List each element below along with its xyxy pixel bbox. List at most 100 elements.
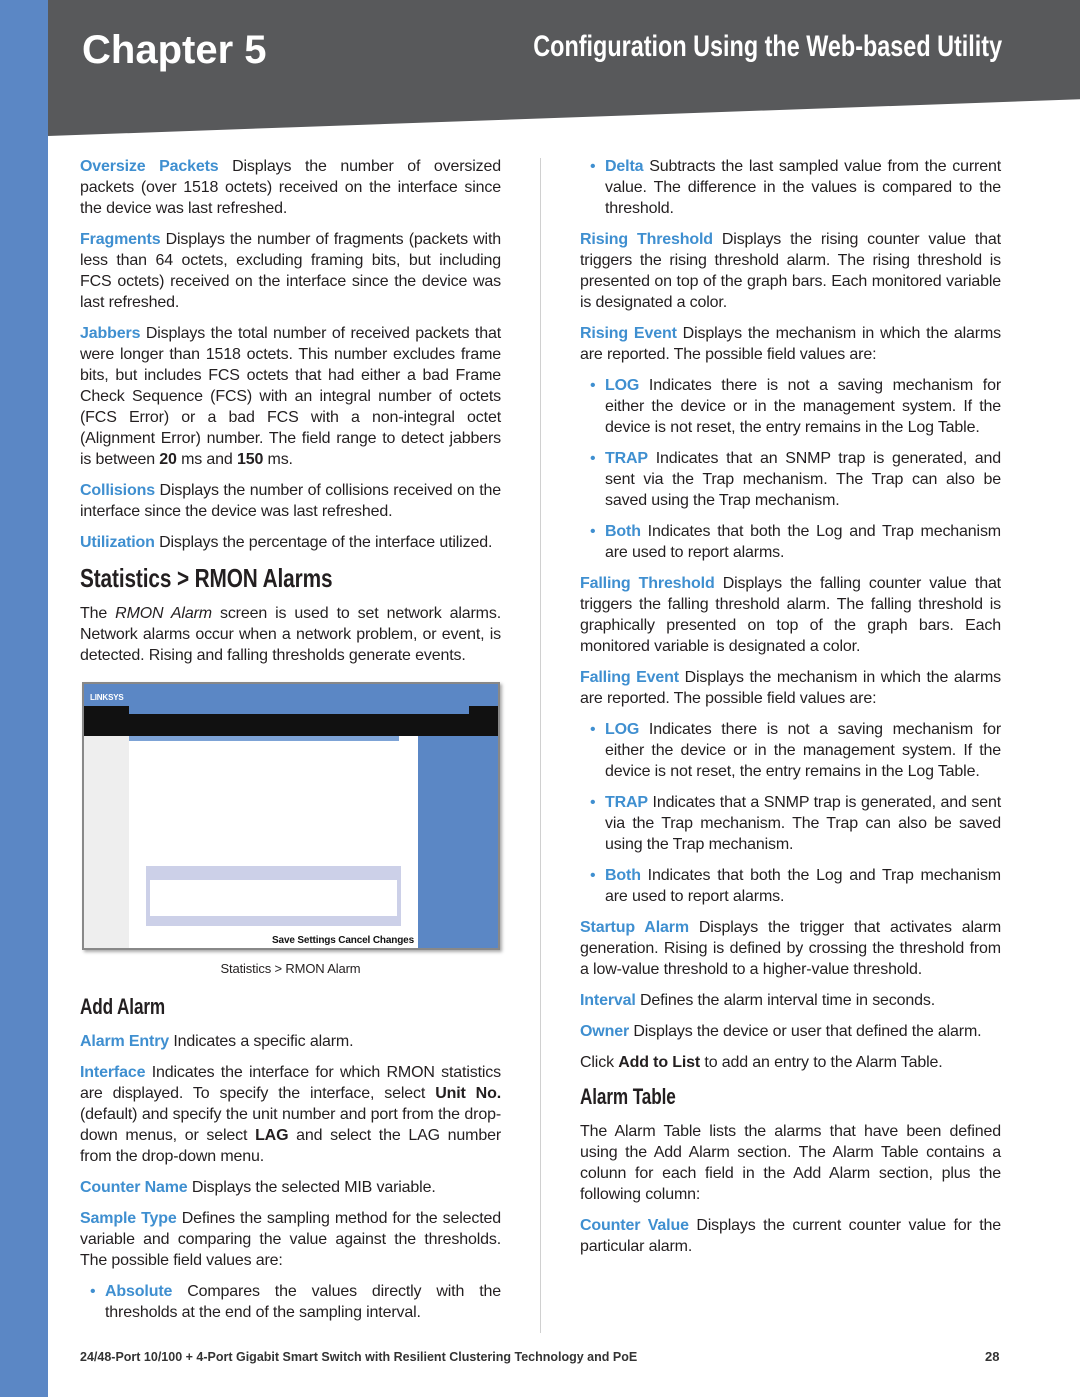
- term-label: Rising Event: [580, 325, 677, 342]
- text-run: 150: [236, 451, 264, 468]
- term-label: LOG: [605, 377, 640, 394]
- paragraph: Alarm Entry Indicates a specific alarm.: [80, 1031, 501, 1052]
- text-run: 20: [159, 451, 177, 468]
- paragraph: Click Add to List to add an entry to the…: [580, 1052, 1001, 1073]
- term-label: Counter Value: [580, 1217, 689, 1234]
- text-run: to add an entry to the Alarm Table.: [700, 1054, 943, 1071]
- term-label: TRAP: [605, 450, 648, 467]
- screenshot-help-panel: [418, 736, 498, 948]
- term-label: Sample Type: [80, 1210, 177, 1227]
- chapter-title: Configuration Using the Web-based Utilit…: [533, 30, 1002, 63]
- term-label: Startup Alarm: [580, 919, 689, 936]
- text-run: Alarm Table: [580, 1084, 676, 1109]
- paragraph: Rising Event Displays the mechanism in w…: [580, 323, 1001, 365]
- text-run: Indicates there is not a saving mechanis…: [605, 721, 1001, 780]
- rmon-alarm-screenshot: LINKSYS Save Settings Cancel Changes: [82, 682, 500, 950]
- screenshot-subtabs: [129, 736, 399, 741]
- paragraph: Startup Alarm Displays the trigger that …: [580, 917, 1001, 980]
- chapter-label: Chapter 5: [82, 28, 267, 72]
- term-label: Fragments: [80, 231, 161, 248]
- paragraph: Counter Value Displays the current count…: [580, 1215, 1001, 1257]
- text-run: Statistics > RMON Alarm: [220, 961, 361, 976]
- paragraph: Owner Displays the device or user that d…: [580, 1021, 1001, 1042]
- section-heading: Statistics > RMON Alarms: [80, 563, 417, 593]
- term-label: Interval: [580, 992, 636, 1009]
- text-run: Subtracts the last sampled value from th…: [605, 158, 1001, 217]
- text-run: Displays the total number of received pa…: [80, 325, 501, 468]
- term-label: Both: [605, 867, 641, 884]
- subsection-heading: Add Alarm: [80, 993, 408, 1021]
- paragraph: Interface Indicates the interface for wh…: [80, 1062, 501, 1167]
- paragraph: Counter Name Displays the selected MIB v…: [80, 1177, 501, 1198]
- term-label: Owner: [580, 1023, 630, 1040]
- right-column: Delta Subtracts the last sampled value f…: [580, 156, 1001, 1267]
- side-color-strip: [0, 0, 48, 1397]
- screenshot-header: LINKSYS: [84, 684, 498, 706]
- paragraph: Rising Threshold Displays the rising cou…: [580, 229, 1001, 313]
- term-label: Counter Name: [80, 1179, 188, 1196]
- paragraph: The RMON Alarm screen is used to set net…: [80, 603, 501, 666]
- screenshot-topbar: [129, 706, 469, 714]
- term-label: Rising Threshold: [580, 231, 713, 248]
- bullet-item: TRAP Indicates that an SNMP trap is gene…: [580, 448, 1001, 511]
- term-label: Oversize Packets: [80, 158, 219, 175]
- cancel-changes-button: Cancel Changes: [338, 935, 414, 946]
- text-run: ms and: [176, 451, 237, 468]
- bullet-item: Both Indicates that both the Log and Tra…: [580, 521, 1001, 563]
- bullet-item: LOG Indicates there is not a saving mech…: [580, 375, 1001, 438]
- screenshot-buttons: Save Settings Cancel Changes: [270, 935, 416, 947]
- text-run: The: [80, 605, 116, 622]
- column-divider: [540, 158, 541, 1333]
- bullet-item: Both Indicates that both the Log and Tra…: [580, 865, 1001, 907]
- figure-caption: Statistics > RMON Alarm: [80, 958, 501, 979]
- term-label: Jabbers: [80, 325, 141, 342]
- bullet-item: Absolute Compares the values directly wi…: [80, 1281, 501, 1323]
- term-label: Falling Event: [580, 669, 679, 686]
- paragraph: Jabbers Displays the total number of rec…: [80, 323, 501, 470]
- text-run: Add to List: [618, 1054, 701, 1071]
- paragraph: Collisions Displays the number of collis…: [80, 480, 501, 522]
- text-run: ms.: [263, 451, 293, 468]
- text-run: Indicates that both the Log and Trap mec…: [605, 867, 1001, 905]
- paragraph: Interval Defines the alarm interval time…: [580, 990, 1001, 1011]
- paragraph: Sample Type Defines the sampling method …: [80, 1208, 501, 1271]
- term-label: Alarm Entry: [80, 1033, 170, 1050]
- save-settings-button: Save Settings: [272, 935, 336, 946]
- bullet-item: TRAP Indicates that a SNMP trap is gener…: [580, 792, 1001, 855]
- term-label: Collisions: [80, 482, 155, 499]
- text-run: LAG: [255, 1127, 289, 1144]
- text-run: Displays the percentage of the interface…: [154, 534, 493, 551]
- text-run: Displays the selected MIB variable.: [187, 1179, 436, 1196]
- term-label: TRAP: [605, 794, 648, 811]
- term-label: Both: [605, 523, 641, 540]
- screenshot-sidebar: [84, 736, 129, 948]
- text-run: Indicates that both the Log and Trap mec…: [605, 523, 1001, 561]
- text-run: Statistics > RMON Alarms: [80, 563, 333, 593]
- footer-text: 24/48-Port 10/100 + 4-Port Gigabit Smart…: [80, 1350, 638, 1364]
- text-run: Displays the device or user that defined…: [629, 1023, 982, 1040]
- subsection-heading: Alarm Table: [580, 1083, 908, 1111]
- text-run: Click: [580, 1054, 619, 1071]
- term-label: LOG: [605, 721, 640, 738]
- text-run: Unit No.: [435, 1085, 501, 1102]
- term-label: Interface: [80, 1064, 146, 1081]
- text-run: RMON Alarm: [115, 605, 212, 622]
- paragraph: The Alarm Table lists the alarms that ha…: [580, 1121, 1001, 1205]
- term-label: Utilization: [80, 534, 155, 551]
- page-number: 28: [985, 1349, 1000, 1364]
- text-run: Indicates that an SNMP trap is generated…: [605, 450, 1001, 509]
- text-run: The Alarm Table lists the alarms that ha…: [580, 1123, 1001, 1203]
- bullet-item: Delta Subtracts the last sampled value f…: [580, 156, 1001, 219]
- text-run: Defines the alarm interval time in secon…: [635, 992, 936, 1009]
- text-run: Indicates that a SNMP trap is generated,…: [605, 794, 1001, 853]
- term-label: Delta: [605, 158, 644, 175]
- term-label: Absolute: [105, 1283, 173, 1300]
- paragraph: Fragments Displays the number of fragmen…: [80, 229, 501, 313]
- text-run: Add Alarm: [80, 994, 166, 1019]
- screenshot-alarm-table: [146, 866, 401, 926]
- paragraph: Falling Event Displays the mechanism in …: [580, 667, 1001, 709]
- left-column: Oversize Packets Displays the number of …: [80, 156, 501, 1333]
- text-run: Indicates there is not a saving mechanis…: [605, 377, 1001, 436]
- term-label: Falling Threshold: [580, 575, 715, 592]
- paragraph: Oversize Packets Displays the number of …: [80, 156, 501, 219]
